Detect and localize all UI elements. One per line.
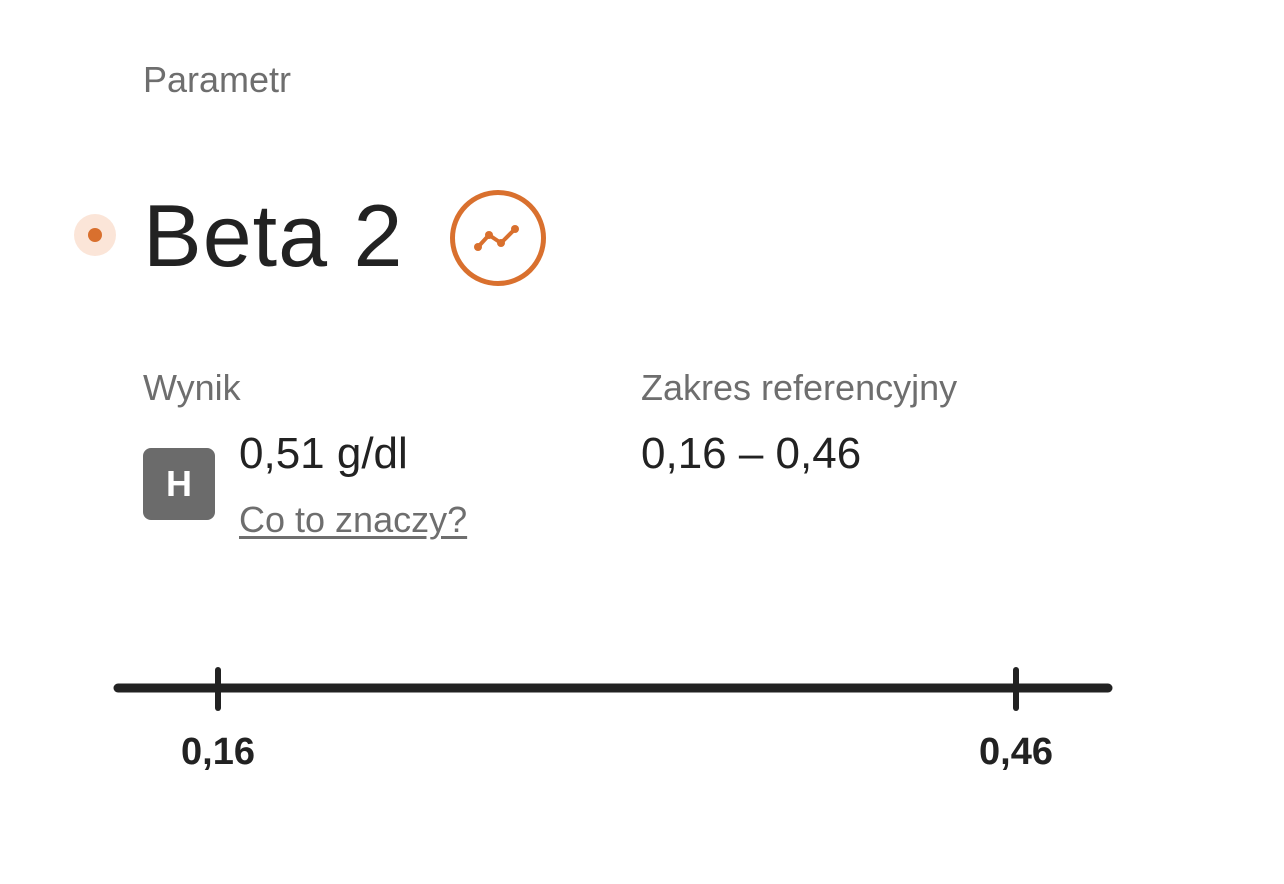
parameter-name: Beta 2 xyxy=(143,186,404,285)
result-value: 0,51 g/dl xyxy=(239,429,408,478)
trend-chart-icon xyxy=(474,225,519,251)
what-does-it-mean-link[interactable]: Co to znaczy? xyxy=(239,498,467,542)
range-tick-label-low: 0,16 xyxy=(181,731,255,773)
reference-range-value: 0,16 – 0,46 xyxy=(641,429,862,478)
status-dot-icon xyxy=(74,214,116,256)
range-tick-label-high: 0,46 xyxy=(979,731,1053,773)
high-flag-badge: H xyxy=(143,448,215,520)
result-label: Wynik xyxy=(143,367,241,408)
reference-label: Zakres referencyjny xyxy=(641,367,958,408)
status-dot-inner xyxy=(88,228,102,242)
range-bar xyxy=(113,667,1113,711)
trend-button[interactable] xyxy=(450,190,546,286)
section-label: Parametr xyxy=(143,59,292,100)
